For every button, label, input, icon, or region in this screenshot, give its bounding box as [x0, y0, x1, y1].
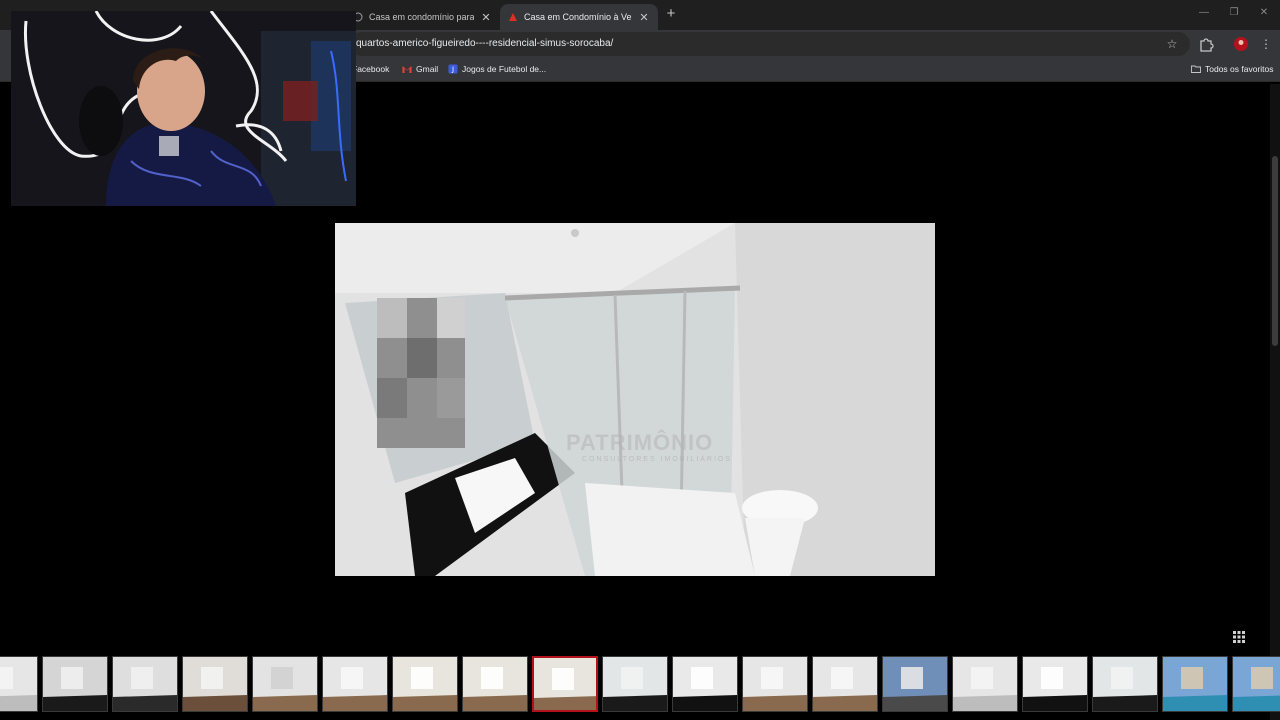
thumbnail-image	[253, 657, 317, 711]
gallery-thumbnail[interactable]	[1162, 656, 1228, 712]
gallery-thumbnail[interactable]	[672, 656, 738, 712]
watermark-text: PATRIMÔNIO	[566, 430, 714, 455]
thumbnail-image	[743, 657, 807, 711]
svg-text:J: J	[451, 66, 454, 74]
gallery-thumbnail[interactable]	[1022, 656, 1088, 712]
thumbnail-strip	[0, 656, 1280, 714]
thumbnail-image	[323, 657, 387, 711]
gallery-thumbnail[interactable]	[812, 656, 878, 712]
folder-icon	[1191, 65, 1201, 73]
thumbnail-image	[673, 657, 737, 711]
gallery-thumbnail[interactable]	[532, 656, 598, 712]
gallery-thumbnail[interactable]	[462, 656, 528, 712]
main-photo[interactable]	[335, 223, 935, 576]
thumbnail-image	[1093, 657, 1157, 711]
bookmark-gmail[interactable]: Gmail	[402, 64, 438, 74]
gallery-thumbnail[interactable]	[252, 656, 318, 712]
thumbnail-image	[953, 657, 1017, 711]
profile-avatar-icon[interactable]	[1233, 36, 1249, 52]
gallery-thumbnail[interactable]	[392, 656, 458, 712]
bathroom-photo	[335, 223, 935, 576]
tab-rental[interactable]: Casa em condomínio para alug ✕	[345, 4, 500, 30]
gallery-thumbnail[interactable]	[182, 656, 248, 712]
vertical-scrollbar[interactable]	[1270, 84, 1280, 720]
tab-sale[interactable]: Casa em Condomínio à Venda ✕	[500, 4, 658, 30]
bookmark-jogos[interactable]: J Jogos de Futebol de...	[448, 64, 546, 74]
thumbnail-image	[1233, 657, 1280, 711]
gallery-thumbnail[interactable]	[952, 656, 1018, 712]
thumbnail-image	[1023, 657, 1087, 711]
thumbnail-image	[813, 657, 877, 711]
thumbnail-image	[43, 657, 107, 711]
bookmark-facebook[interactable]: Facebook	[352, 64, 389, 74]
site-favicon-icon	[509, 13, 517, 21]
thumbnail-image	[463, 657, 527, 711]
all-bookmarks[interactable]: Todos os favoritos	[1191, 64, 1274, 74]
new-tab-plus-icon[interactable]: +	[663, 6, 679, 22]
webcam-image	[11, 11, 356, 206]
close-icon[interactable]: ✕	[480, 11, 492, 24]
bookmark-label: Gmail	[416, 64, 439, 74]
gallery-thumbnail[interactable]	[882, 656, 948, 712]
minimize-icon[interactable]: —	[1197, 7, 1211, 18]
thumbnail-image	[183, 657, 247, 711]
star-bookmark-icon[interactable]: ☆	[1164, 36, 1180, 52]
thumbnail-image	[393, 657, 457, 711]
thumbnail-image	[883, 657, 947, 711]
gallery-thumbnail[interactable]	[1092, 656, 1158, 712]
menu-kebab-icon[interactable]: ⋮	[1258, 36, 1274, 52]
gallery-thumbnail[interactable]	[0, 656, 38, 712]
url-text[interactable]: quartos-americo-figueiredo----residencia…	[356, 38, 613, 49]
restore-icon[interactable]: ❐	[1227, 7, 1241, 18]
grid-view-icon[interactable]	[1230, 628, 1248, 646]
watermark-subtext: CONSULTORES IMOBILIÁRIOS	[582, 456, 733, 463]
thumbnail-image	[0, 657, 37, 711]
thumbnail-image	[534, 658, 596, 710]
gallery-thumbnail[interactable]	[1232, 656, 1280, 712]
scrollbar-thumb[interactable]	[1272, 156, 1278, 346]
gallery-thumbnail[interactable]	[602, 656, 668, 712]
bookmark-label: Facebook	[352, 64, 390, 74]
all-bookmarks-label: Todos os favoritos	[1205, 64, 1274, 74]
tab-title: Casa em condomínio para alug	[369, 12, 474, 22]
gmail-icon	[402, 66, 412, 73]
tab-title: Casa em Condomínio à Venda	[524, 12, 632, 22]
close-window-icon[interactable]: ✕	[1257, 7, 1271, 18]
gallery-thumbnail[interactable]	[112, 656, 178, 712]
bookmark-favicon-icon: J	[448, 64, 458, 74]
bookmark-label: Jogos de Futebol de...	[462, 64, 547, 74]
gallery-thumbnail[interactable]	[42, 656, 108, 712]
thumbnail-image	[1163, 657, 1227, 711]
gallery-thumbnail[interactable]	[742, 656, 808, 712]
gallery-thumbnail[interactable]	[322, 656, 388, 712]
webcam-overlay	[11, 11, 356, 206]
thumbnail-image	[603, 657, 667, 711]
extensions-puzzle-icon[interactable]	[1198, 36, 1214, 52]
close-icon[interactable]: ✕	[638, 11, 650, 24]
thumbnail-image	[113, 657, 177, 711]
